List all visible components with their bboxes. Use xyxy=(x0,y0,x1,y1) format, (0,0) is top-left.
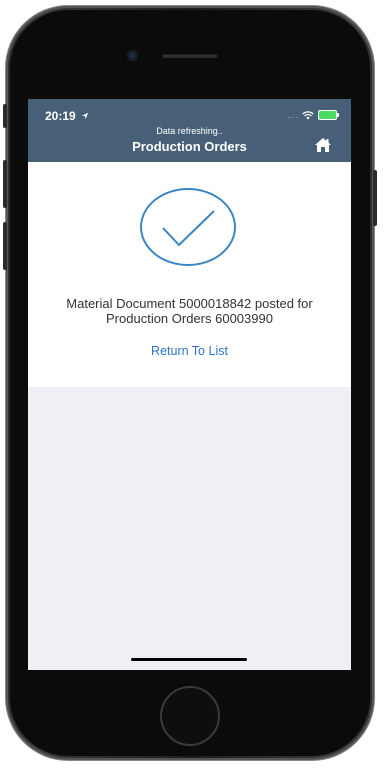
phone-home-button[interactable] xyxy=(160,686,220,746)
confirmation-panel: Material Document 5000018842 posted for … xyxy=(28,162,351,387)
home-indicator[interactable] xyxy=(131,658,247,661)
confirmation-message: Material Document 5000018842 posted for … xyxy=(36,296,343,326)
page-title: Production Orders xyxy=(132,139,247,154)
earpiece-speaker xyxy=(162,53,218,58)
volume-down-button xyxy=(3,222,7,270)
battery-charging-icon xyxy=(318,110,339,120)
status-bar-indicators: .... xyxy=(287,110,339,120)
status-bar-time: 20:19 xyxy=(45,109,89,123)
navigation-bar: 20:19 .... Data refreshing.. Production … xyxy=(28,99,351,162)
location-arrow-icon xyxy=(81,112,89,120)
confirmation-line-2: Production Orders 60003990 xyxy=(106,311,273,326)
refresh-status-text: Data refreshing.. xyxy=(156,126,223,136)
volume-up-button xyxy=(3,160,7,208)
wifi-icon xyxy=(302,110,314,119)
mute-switch xyxy=(3,104,7,128)
home-icon[interactable] xyxy=(314,137,332,153)
confirmation-line-1: Material Document 5000018842 posted for xyxy=(66,296,313,311)
app-screen: 20:19 .... Data refreshing.. Production … xyxy=(28,99,351,670)
power-button xyxy=(373,170,377,226)
checkmark-circle-icon xyxy=(140,188,236,266)
front-camera xyxy=(128,51,137,60)
signal-dots: .... xyxy=(287,110,298,120)
return-to-list-link[interactable]: Return To List xyxy=(28,344,351,358)
